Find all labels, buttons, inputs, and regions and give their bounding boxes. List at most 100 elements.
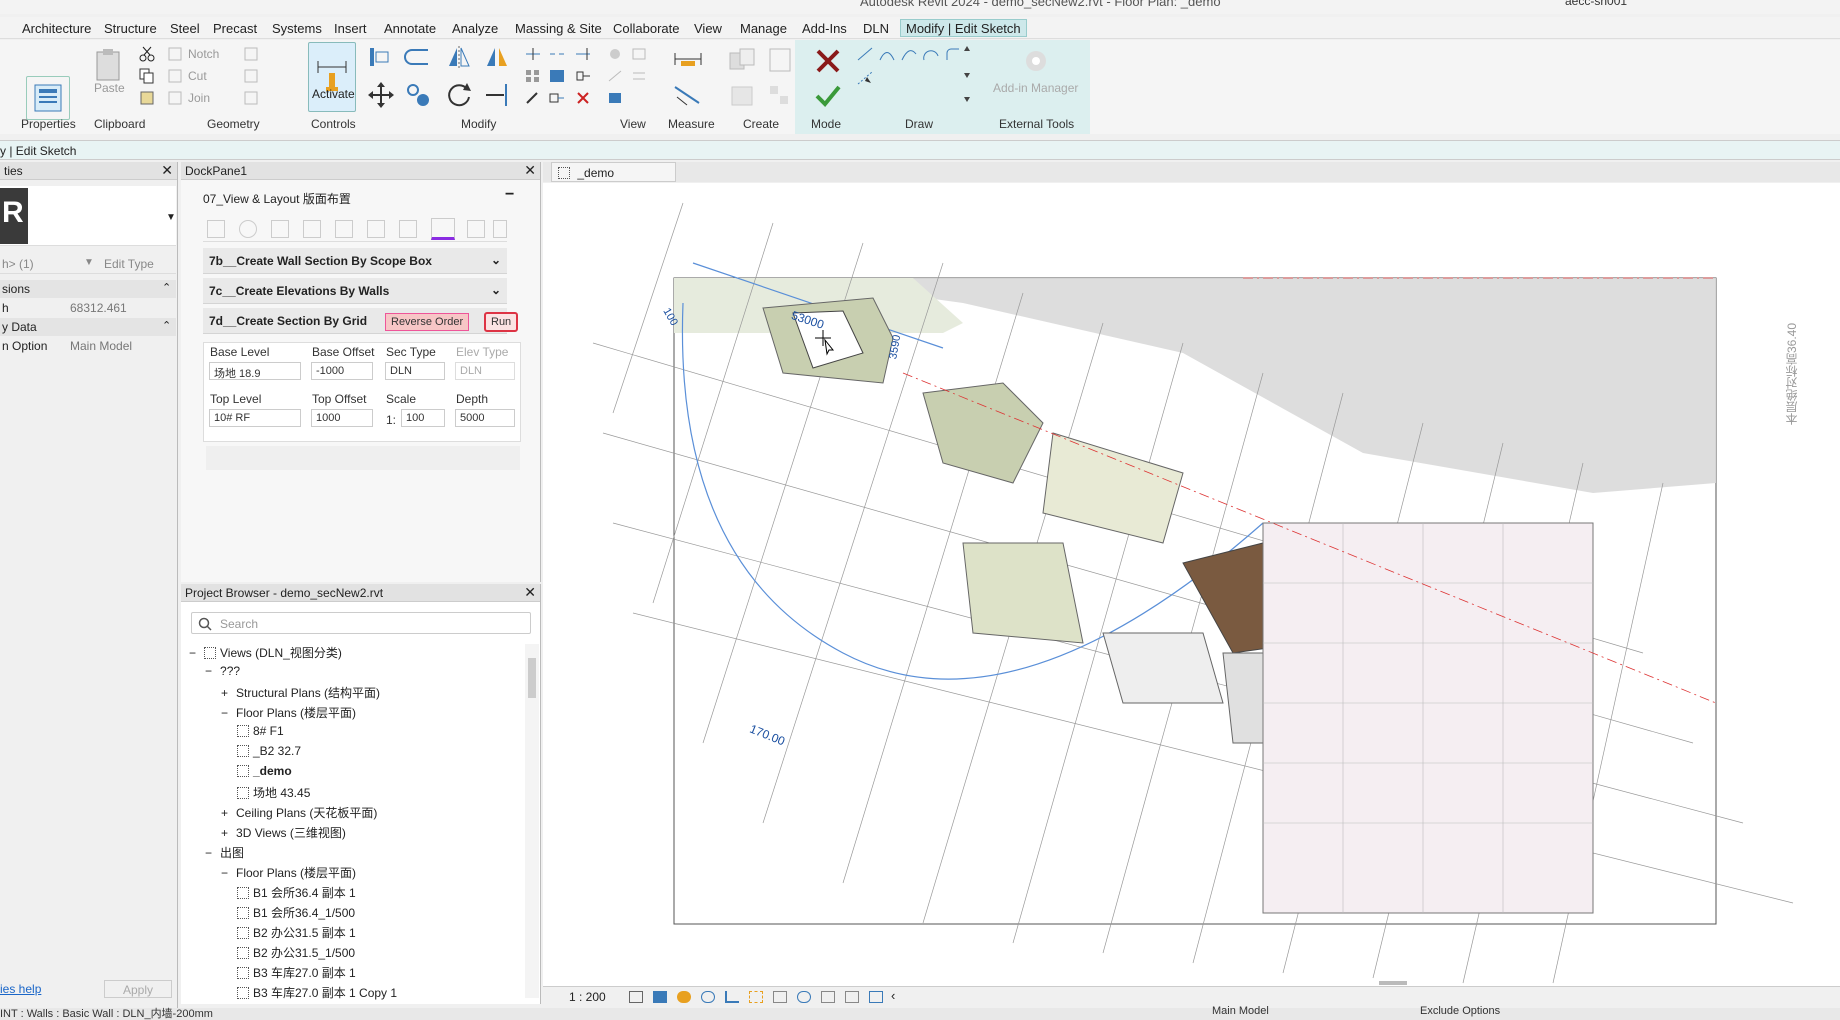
tree-view-item[interactable]: B3 车库27.0 副本 1 Copy 1 [237, 984, 397, 1001]
view-toggle-icon[interactable] [604, 88, 626, 108]
menu-tab-collaborate[interactable]: Collaborate [607, 19, 686, 37]
tree-scrollbar[interactable] [525, 644, 539, 998]
section-identity-data[interactable]: y Data ⌃ [0, 318, 176, 336]
building-block[interactable] [922, 382, 1044, 484]
collapse-icon[interactable]: − [189, 646, 196, 660]
copy-elements-icon[interactable] [402, 78, 436, 112]
collapse-pane-button[interactable]: − [505, 186, 514, 204]
horizontal-scrollbar-thumb[interactable] [1379, 981, 1407, 985]
tree-group[interactable]: − Views (DLN_视图分类) [189, 644, 342, 661]
tree-view-item[interactable]: B2 办公31.5 副本 1 [237, 924, 356, 941]
draw-arc-center-icon[interactable] [898, 44, 920, 64]
crop-view-icon[interactable] [725, 991, 739, 1003]
cut-scissors-icon[interactable] [136, 44, 158, 64]
match-properties-icon[interactable] [136, 88, 158, 108]
shadows-icon[interactable] [701, 991, 715, 1003]
menu-tab-add-ins[interactable]: Add-Ins [796, 19, 853, 37]
collapse-icon[interactable]: − [221, 866, 228, 880]
section-7c[interactable]: 7c__Create Elevations By Walls ⌄ [203, 278, 507, 304]
collapse-icon[interactable]: − [205, 846, 212, 860]
visual-style-icon[interactable] [653, 991, 667, 1003]
depth-input[interactable]: 5000 [455, 409, 515, 427]
properties-help-link[interactable]: ies help [0, 982, 41, 996]
menu-tab-manage[interactable]: Manage [734, 19, 793, 37]
menu-tab-steel[interactable]: Steel [164, 19, 206, 37]
close-icon[interactable]: ✕ [524, 162, 536, 179]
top-level-select[interactable]: 10# RF [209, 409, 301, 427]
menu-tab-precast[interactable]: Precast [207, 19, 263, 37]
close-icon[interactable]: ✕ [524, 584, 536, 601]
search-icon[interactable] [239, 220, 257, 238]
apply-button[interactable]: Apply [104, 980, 172, 998]
tool-icon[interactable] [399, 220, 417, 238]
tree-group[interactable]: −??? [205, 664, 240, 678]
tree-view-item[interactable]: 8# F1 [237, 724, 284, 738]
menu-tab-analyze[interactable]: Analyze [446, 19, 504, 37]
delete-icon[interactable] [572, 88, 594, 108]
tree-view-item[interactable]: _B2 32.7 [237, 744, 301, 758]
copy-icon[interactable] [136, 66, 158, 86]
exclude-options-toggle[interactable]: Exclude Options [1420, 1005, 1500, 1017]
draw-arc-icon[interactable] [876, 44, 898, 64]
trim-extend-icon[interactable] [546, 88, 568, 108]
move-icon[interactable] [364, 78, 398, 112]
finish-edit-mode-icon[interactable] [810, 80, 846, 112]
instance-filter[interactable]: h> (1) [2, 257, 34, 271]
draw-line-icon[interactable] [854, 44, 876, 64]
tree-view-item[interactable]: B1 会所36.4 副本 1 [237, 884, 356, 901]
expand-icon[interactable]: + [221, 806, 228, 820]
section-7b[interactable]: 7b__Create Wall Section By Scope Box ⌄ [203, 248, 507, 274]
tree-group[interactable]: − Floor Plans (楼层平面) [221, 704, 356, 721]
chevron-down-icon[interactable]: ⌄ [491, 283, 501, 297]
chevron-down-icon[interactable]: ▼ [166, 212, 176, 223]
draw-fillet-arc-icon[interactable] [942, 44, 964, 64]
tree-view-item[interactable]: _demo [237, 764, 292, 778]
mirror-draw-axis-icon[interactable] [480, 42, 514, 72]
offset-icon[interactable] [400, 42, 436, 72]
worksharing-icon[interactable] [845, 991, 859, 1003]
base-level-select[interactable]: 场地 18.9 [209, 362, 301, 380]
tree-group[interactable]: + Ceiling Plans (天花板平面) [221, 804, 377, 821]
tool-icon[interactable] [335, 220, 353, 238]
section-dimensions[interactable]: sions ⌃ [0, 280, 176, 298]
run-button[interactable]: Run [484, 312, 519, 332]
tree-view-item[interactable]: B1 会所36.4_1/500 [237, 904, 355, 921]
active-design-option[interactable]: Main Model [1212, 1005, 1269, 1017]
type-selector[interactable]: R ▼ [0, 186, 176, 246]
detail-level-icon[interactable] [629, 991, 643, 1003]
scrollbar-thumb[interactable] [528, 658, 536, 698]
reveal-hidden-icon[interactable] [821, 991, 835, 1003]
align-icon[interactable] [364, 42, 394, 72]
chevron-down-icon[interactable]: ▼ [84, 257, 94, 268]
unpin-icon[interactable] [572, 66, 594, 86]
building-block[interactable] [962, 542, 1084, 644]
tool-icon[interactable] [207, 220, 225, 238]
chevron-down-icon[interactable]: ⌄ [491, 253, 501, 267]
mirror-pick-axis-icon[interactable] [442, 42, 476, 72]
tree-group[interactable]: +3D Views (三维视图) [221, 824, 346, 841]
pin-icon[interactable] [522, 88, 544, 108]
site-plan-drawing[interactable] [543, 183, 1840, 993]
analytical-model-icon[interactable] [869, 991, 883, 1003]
view-scale[interactable]: 1 : 200 [569, 990, 606, 1004]
tool-icon[interactable] [467, 220, 485, 238]
expand-icon[interactable]: + [221, 686, 228, 700]
scale-icon[interactable] [546, 66, 568, 86]
menu-tab-annotate[interactable]: Annotate [378, 19, 442, 37]
split-gap-icon[interactable] [546, 44, 568, 64]
temp-hide-icon[interactable] [797, 991, 811, 1003]
scale-input[interactable]: 100 [401, 409, 445, 427]
collapse-icon[interactable]: − [205, 664, 212, 678]
edit-type-button[interactable]: Edit Type [104, 257, 154, 271]
menu-tab-systems[interactable]: Systems [266, 19, 328, 37]
menu-tab-massing-site[interactable]: Massing & Site [509, 19, 608, 37]
menu-tab-dln[interactable]: DLN [857, 19, 895, 37]
collapse-icon[interactable]: ⌃ [162, 319, 171, 332]
properties-icon[interactable] [26, 76, 70, 120]
measure-between-refs-icon[interactable] [666, 44, 710, 74]
tree-group[interactable]: − Floor Plans (楼层平面) [221, 864, 356, 881]
section-tool-icon[interactable] [431, 218, 455, 240]
search-box[interactable]: Search [191, 612, 531, 634]
tree-view-item[interactable]: B3 车库27.0 副本 1 [237, 964, 356, 981]
reverse-order-button[interactable]: Reverse Order [385, 313, 470, 331]
